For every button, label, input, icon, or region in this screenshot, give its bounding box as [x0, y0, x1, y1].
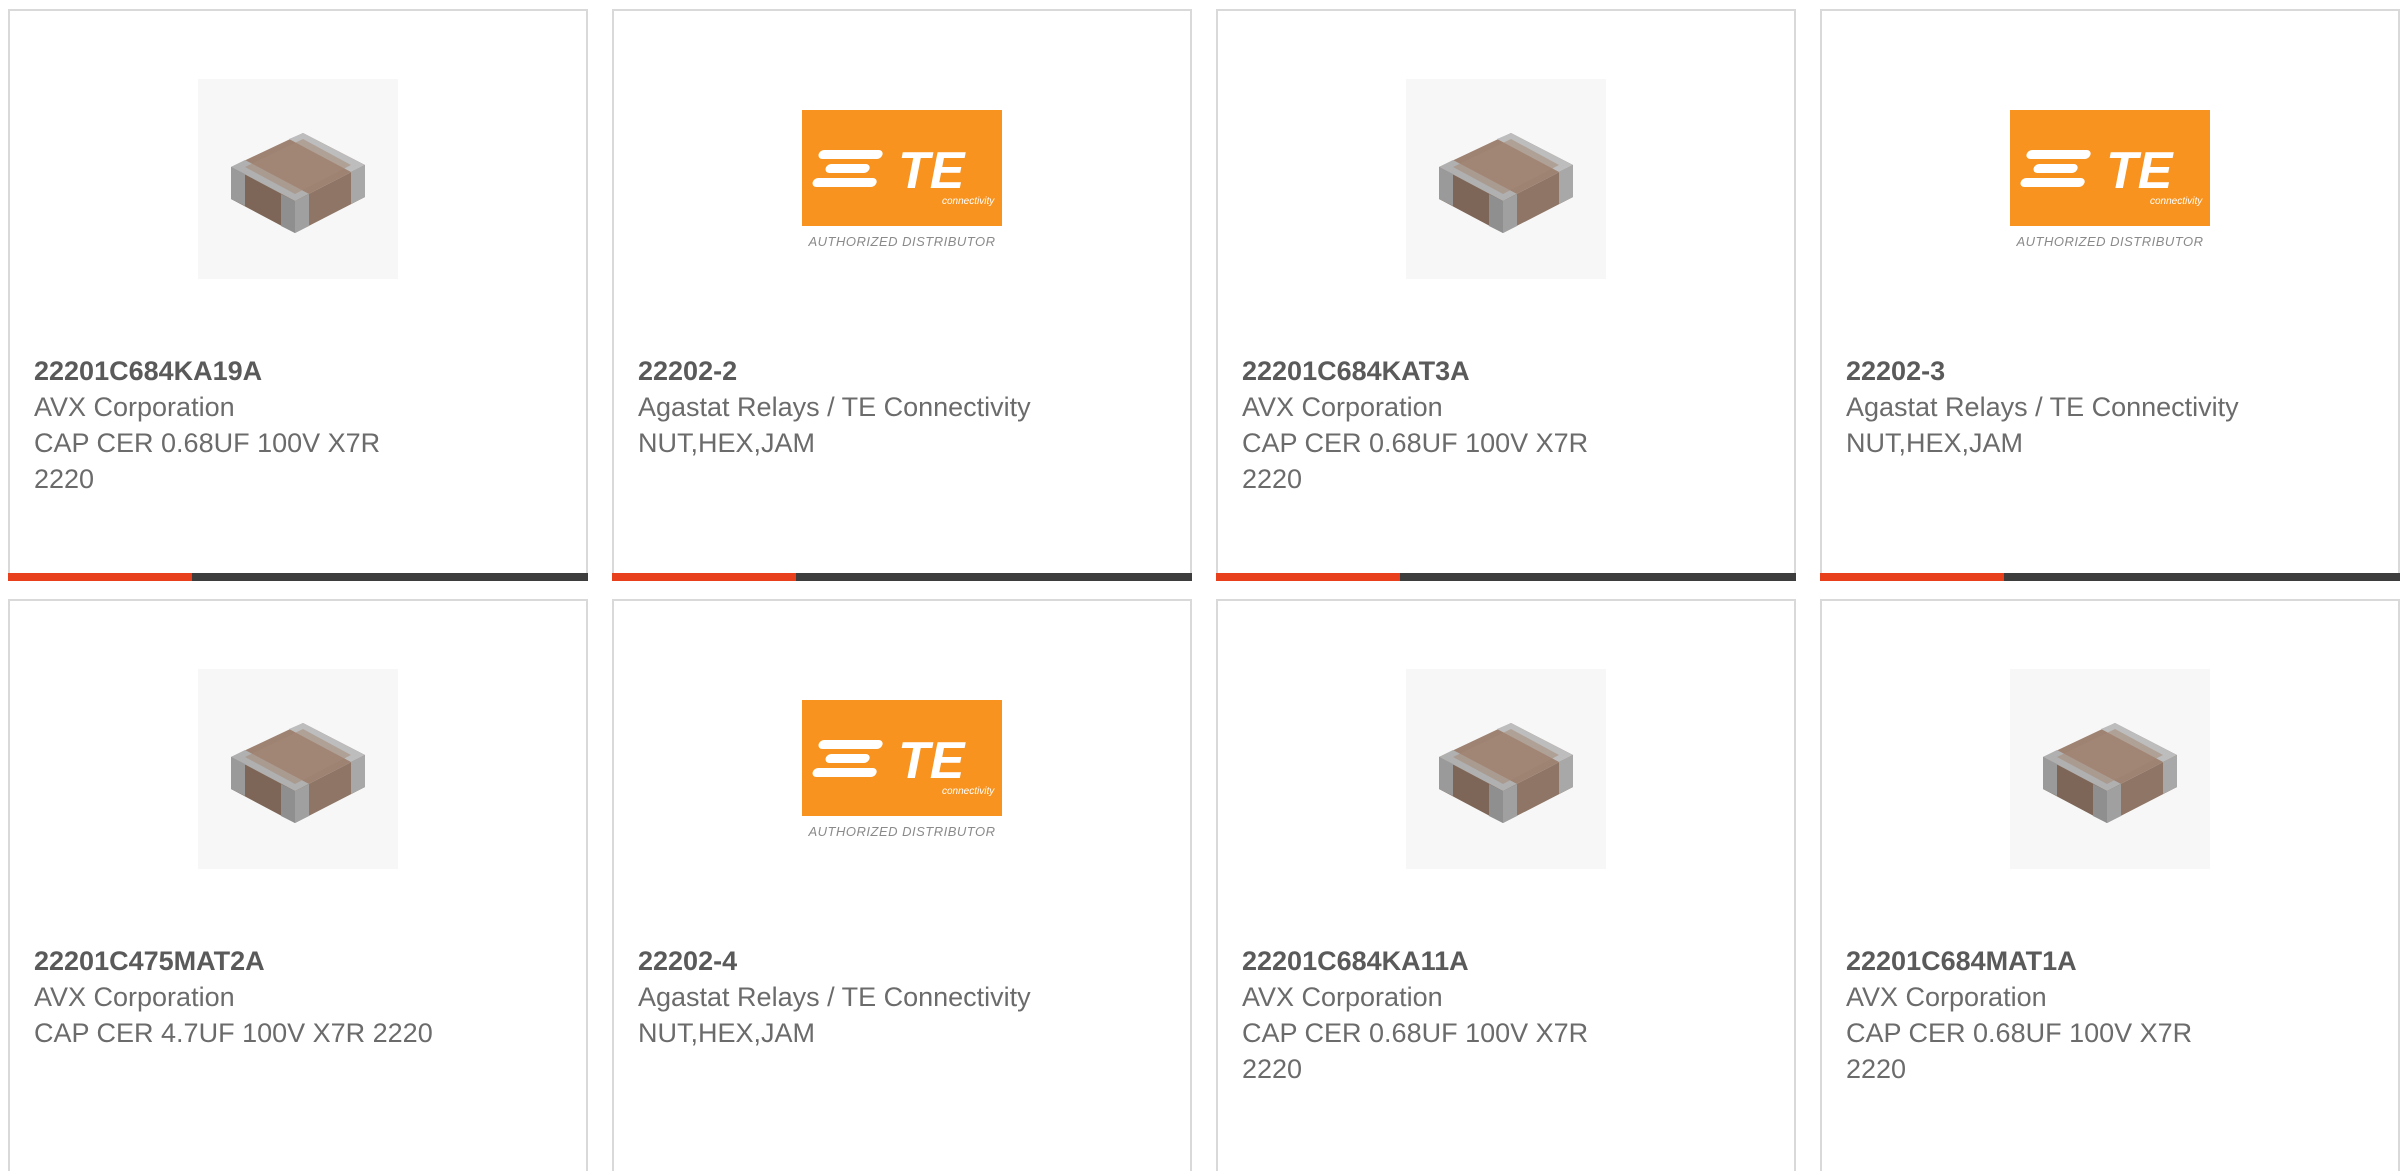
description: CAP CER 0.68UF 100V X7R [34, 428, 381, 458]
card-bottom-bar [1820, 573, 2400, 581]
manufacturer: AVX Corporation [34, 392, 235, 422]
product-info: 22201C684MAT1A AVX Corporation CAP CER 0.6… [1846, 943, 2266, 1087]
manufacturer: AVX Corporation [1242, 392, 1443, 422]
description-continued: 2220 [34, 464, 95, 494]
part-number-link[interactable]: 22201C684KA11A [1242, 943, 1662, 979]
card-accent-bar [1820, 573, 2004, 581]
card-accent-bar [8, 573, 192, 581]
part-number-link[interactable]: 22202-4 [638, 943, 1058, 979]
product-card[interactable]: 22201C684MAT1A AVX Corporation CAP CER 0.6… [1820, 599, 2400, 1171]
product-info: 22202-2 Agastat Relays / TE Connectivity N… [638, 353, 1058, 461]
product-card[interactable]: TE connectivity AUTHORIZED DISTRIBUTOR 2… [612, 599, 1192, 1171]
te-connectivity-logo: TE connectivity AUTHORIZED DISTRIBUTOR [802, 109, 1002, 249]
svg-text:connectivity: connectivity [942, 786, 995, 797]
manufacturer: AVX Corporation [1846, 982, 2047, 1012]
card-accent-bar [612, 573, 796, 581]
capacitor-chip-icon [1406, 669, 1606, 869]
product-info: 22201C684KAT3A AVX Corporation CAP CER 0.6… [1242, 353, 1662, 497]
product-image-te-logo[interactable]: TE connectivity AUTHORIZED DISTRIBUTOR [802, 669, 1002, 869]
te-connectivity-logo: TE connectivity AUTHORIZED DISTRIBUTOR [2010, 109, 2210, 249]
part-number-link[interactable]: 22201C475MAT2A [34, 943, 454, 979]
manufacturer: AVX Corporation [1242, 982, 1443, 1012]
product-image-capacitor[interactable] [1406, 79, 1606, 279]
description: CAP CER 4.7UF 100V X7R 2220 [34, 1018, 433, 1048]
description: CAP CER 0.68UF 100V X7R [1242, 1018, 1589, 1048]
product-card[interactable]: TE connectivity AUTHORIZED DISTRIBUTOR 2… [612, 9, 1192, 581]
product-info: 22201C475MAT2A AVX Corporation CAP CER 4.7… [34, 943, 454, 1051]
product-card[interactable]: TE connectivity AUTHORIZED DISTRIBUTOR 2… [1820, 9, 2400, 581]
description: NUT,HEX,JAM [1846, 428, 2024, 458]
card-bottom-bar [8, 573, 588, 581]
description-continued: 2220 [1242, 1054, 1303, 1084]
card-accent-bar [1216, 573, 1400, 581]
product-card[interactable]: 22201C684KAT3A AVX Corporation CAP CER 0.6… [1216, 9, 1796, 581]
product-info: 22201C684KA19A AVX Corporation CAP CER 0.6… [34, 353, 454, 497]
svg-text:connectivity: connectivity [942, 196, 995, 207]
svg-text:connectivity: connectivity [2150, 196, 2203, 207]
manufacturer: Agastat Relays / TE Connectivity [1846, 392, 2239, 422]
svg-text:TE: TE [898, 732, 966, 790]
product-card[interactable]: 22201C684KA11A AVX Corporation CAP CER 0.6… [1216, 599, 1796, 1171]
product-info: 22201C684KA11A AVX Corporation CAP CER 0.6… [1242, 943, 1662, 1087]
capacitor-chip-icon [198, 79, 398, 279]
svg-text:TE: TE [2106, 142, 2174, 200]
svg-text:TE: TE [898, 142, 966, 200]
description: CAP CER 0.68UF 100V X7R [1846, 1018, 2193, 1048]
description-continued: 2220 [1846, 1054, 1907, 1084]
manufacturer: Agastat Relays / TE Connectivity [638, 982, 1031, 1012]
product-info: 22202-3 Agastat Relays / TE Connectivity N… [1846, 353, 2266, 461]
capacitor-chip-icon [2010, 669, 2210, 869]
part-number-link[interactable]: 22201C684KAT3A [1242, 353, 1662, 389]
description: CAP CER 0.68UF 100V X7R [1242, 428, 1589, 458]
capacitor-chip-icon [198, 669, 398, 869]
description-continued: 2220 [1242, 464, 1303, 494]
part-number-link[interactable]: 22201C684MAT1A [1846, 943, 2266, 979]
part-number-link[interactable]: 22201C684KA19A [34, 353, 454, 389]
description: NUT,HEX,JAM [638, 1018, 816, 1048]
product-card[interactable]: 22201C475MAT2A AVX Corporation CAP CER 4.7… [8, 599, 588, 1171]
card-bottom-bar [612, 573, 1192, 581]
product-image-capacitor[interactable] [198, 669, 398, 869]
product-image-capacitor[interactable] [2010, 669, 2210, 869]
product-grid: 22201C684KA19A AVX Corporation CAP CER 0.6… [8, 9, 2400, 1171]
product-image-te-logo[interactable]: TE connectivity AUTHORIZED DISTRIBUTOR [2010, 79, 2210, 279]
product-card[interactable]: 22201C684KA19A AVX Corporation CAP CER 0.6… [8, 9, 588, 581]
description: NUT,HEX,JAM [638, 428, 816, 458]
card-bottom-bar [1216, 573, 1796, 581]
part-number-link[interactable]: 22202-2 [638, 353, 1058, 389]
capacitor-chip-icon [1406, 79, 1606, 279]
te-connectivity-logo: TE connectivity AUTHORIZED DISTRIBUTOR [802, 699, 1002, 839]
part-number-link[interactable]: 22202-3 [1846, 353, 2266, 389]
product-info: 22202-4 Agastat Relays / TE Connectivity N… [638, 943, 1058, 1051]
product-image-capacitor[interactable] [198, 79, 398, 279]
product-image-capacitor[interactable] [1406, 669, 1606, 869]
manufacturer: AVX Corporation [34, 982, 235, 1012]
manufacturer: Agastat Relays / TE Connectivity [638, 392, 1031, 422]
product-image-te-logo[interactable]: TE connectivity AUTHORIZED DISTRIBUTOR [802, 79, 1002, 279]
